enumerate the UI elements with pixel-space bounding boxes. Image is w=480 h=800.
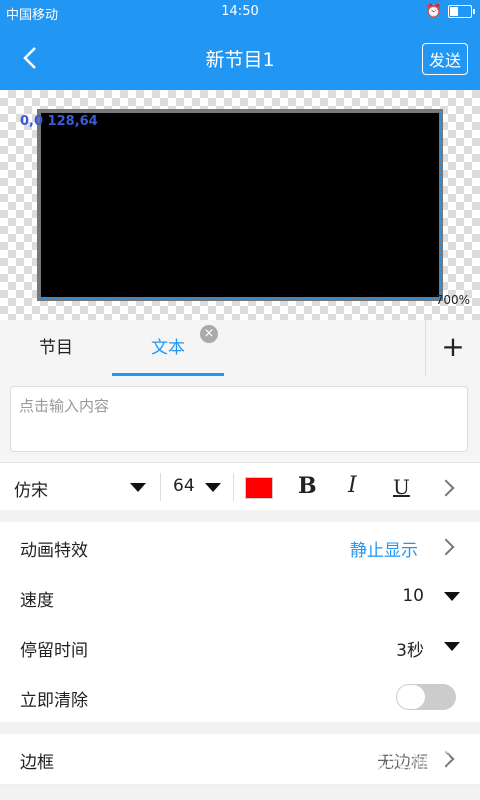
font-size-select[interactable]: 64 bbox=[173, 476, 195, 496]
battery-icon bbox=[448, 5, 475, 18]
tab-program[interactable]: 节目 bbox=[0, 320, 112, 376]
size-dropdown-icon[interactable] bbox=[205, 483, 221, 492]
chevron-right-icon bbox=[437, 538, 455, 556]
bold-button[interactable]: B bbox=[298, 473, 317, 499]
section-gap bbox=[0, 722, 480, 734]
animation-label: 动画特效 bbox=[20, 541, 88, 561]
status-bar: 中国移动 14:50 ⏰ bbox=[0, 0, 480, 26]
dwell-time-row[interactable]: 停留时间 3秒 bbox=[0, 622, 480, 673]
font-toolbar: 仿宋 64 B I U bbox=[0, 462, 480, 511]
zoom-level: 700% bbox=[435, 293, 470, 307]
clock: 14:50 bbox=[221, 4, 259, 19]
dwell-label: 停留时间 bbox=[20, 641, 88, 661]
led-screen-canvas[interactable] bbox=[37, 109, 443, 301]
underline-button[interactable]: U bbox=[393, 475, 410, 499]
dwell-value: 3秒 bbox=[396, 641, 424, 661]
animation-value: 静止显示 bbox=[350, 541, 418, 561]
section-gap bbox=[0, 510, 480, 522]
speed-value: 10 bbox=[402, 586, 424, 606]
alarm-icon: ⏰ bbox=[425, 4, 442, 19]
program-preview: 0,0 128,64 700% bbox=[0, 90, 480, 320]
add-tab-button[interactable]: + bbox=[425, 320, 480, 376]
tab-bar: 节目 文本 × + bbox=[0, 320, 480, 377]
chevron-right-icon[interactable] bbox=[437, 479, 455, 497]
app-bar: 新节目1 发送 bbox=[0, 26, 480, 90]
font-dropdown-icon[interactable] bbox=[130, 483, 146, 492]
coordinates-label: 0,0 128,64 bbox=[20, 114, 98, 129]
dwell-dropdown-icon[interactable] bbox=[444, 642, 460, 651]
divider bbox=[233, 473, 234, 501]
divider bbox=[160, 473, 161, 501]
speed-row[interactable]: 速度 10 bbox=[0, 572, 480, 623]
text-input[interactable]: 点击输入内容 bbox=[10, 386, 468, 452]
speed-dropdown-icon[interactable] bbox=[444, 592, 460, 601]
clear-now-toggle[interactable] bbox=[396, 684, 456, 710]
clear-now-row: 立即清除 bbox=[0, 672, 480, 723]
text-input-area: 点击输入内容 bbox=[0, 376, 480, 462]
clear-label: 立即清除 bbox=[20, 691, 88, 711]
text-color-swatch[interactable] bbox=[245, 477, 273, 499]
border-label: 边框 bbox=[20, 753, 54, 773]
italic-button[interactable]: I bbox=[348, 473, 357, 498]
send-button[interactable]: 发送 bbox=[421, 43, 468, 75]
status-icons: ⏰ bbox=[425, 4, 475, 19]
close-tab-icon[interactable]: × bbox=[200, 325, 218, 343]
speed-label: 速度 bbox=[20, 591, 54, 611]
page-title: 新节目1 bbox=[205, 49, 275, 71]
watermark: 优玩游戏 Renwan Games bbox=[362, 749, 452, 786]
font-family-select[interactable]: 仿宋 bbox=[14, 476, 48, 501]
animation-effect-row[interactable]: 动画特效 静止显示 bbox=[0, 522, 480, 573]
